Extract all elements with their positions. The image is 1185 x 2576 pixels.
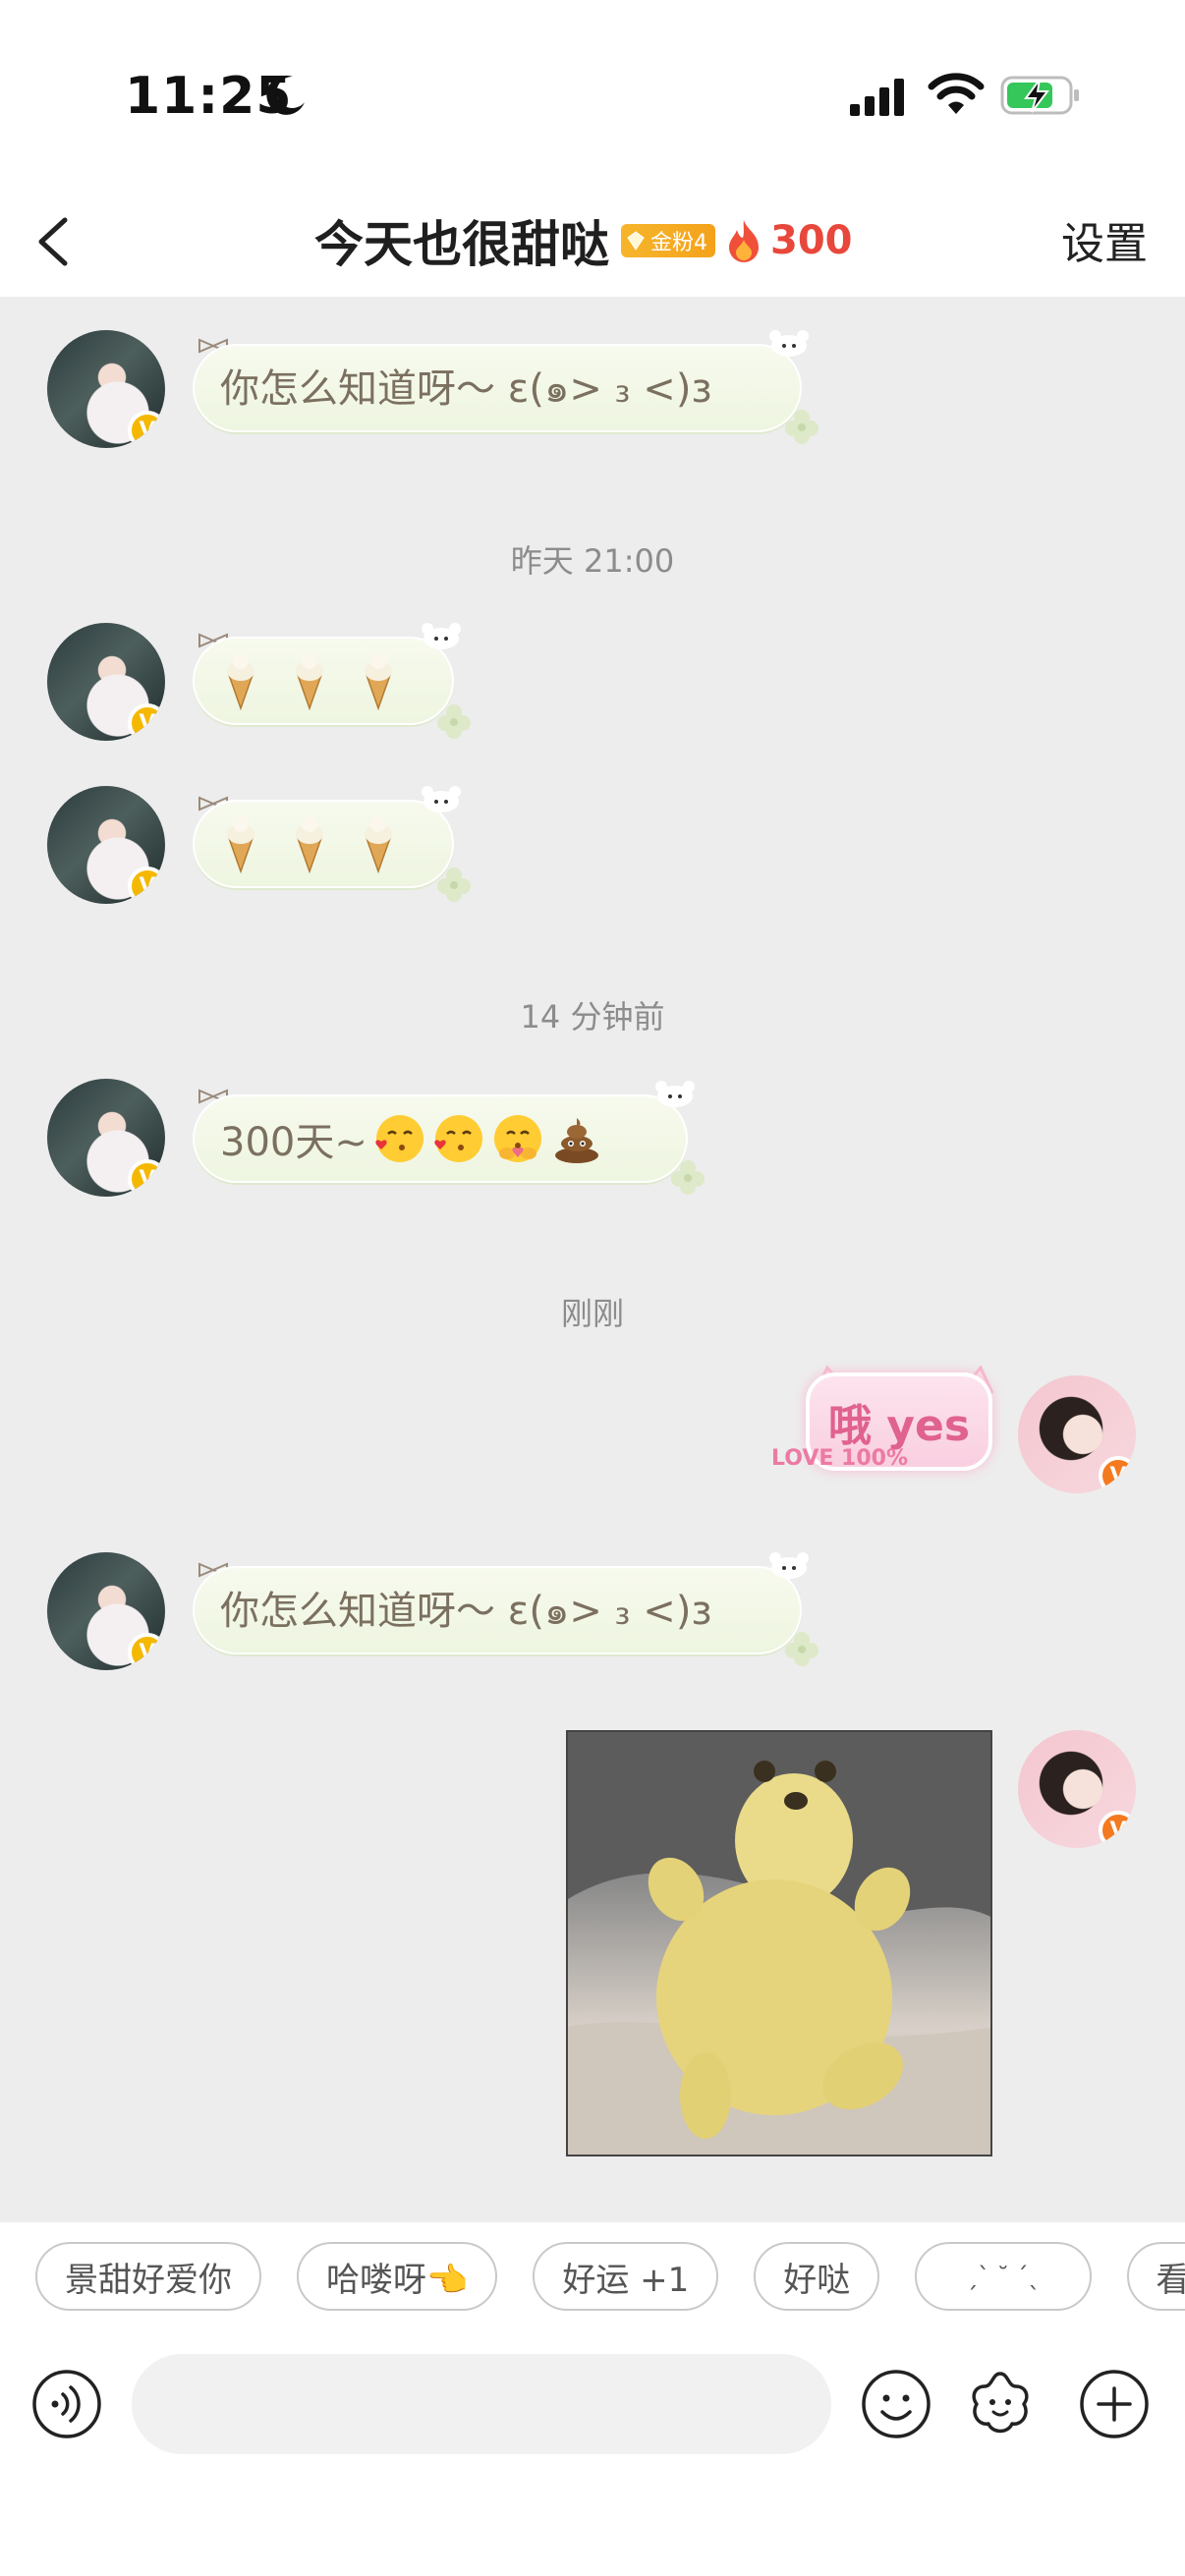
quick-reply-chip[interactable]: 看到 [1126,2242,1185,2311]
message-bubble[interactable] [193,637,454,725]
moon-icon [266,75,305,115]
hugging-face-icon [493,1115,541,1162]
my-avatar[interactable]: V [1018,1375,1136,1493]
ice-cream-cone-icon [296,653,323,710]
status-bar: 11:25 [0,0,1185,187]
back-arrow-icon[interactable] [29,200,79,283]
settings-button[interactable]: 设置 [1061,208,1148,271]
yellow-plush-toy-image [568,1732,990,2155]
timestamp: 14 分钟前 [520,998,665,1036]
verified-badge-icon: V [128,411,165,448]
verified-badge-icon: V [128,1633,165,1670]
ice-cream-cone-icon [365,653,392,710]
sticker-icon[interactable] [965,2369,1036,2439]
message-text: 你怎么知道呀～ ε(๑> ₃ <)з [220,366,712,412]
ice-cream-cone-icon [227,653,254,710]
chat-title-group[interactable]: 今天也很甜哒 金粉4 300 [314,206,853,275]
bear-sticker-icon [655,1081,695,1107]
clover-icon [785,1632,818,1666]
quick-reply-chip[interactable]: 哈喽呀👈 [297,2242,498,2311]
poop-icon [554,1118,598,1163]
wifi-icon [928,73,985,114]
message-bubble[interactable]: 你怎么知道呀～ ε(๑> ₃ <)з [193,344,802,432]
message-bubble[interactable]: 300天~ [193,1094,688,1183]
emoji-icon[interactable] [861,2369,931,2439]
quick-reply-chip[interactable]: 景甜好爱你 [35,2242,261,2311]
ice-cream-cone-icon [227,816,254,873]
quick-reply-bar: 景甜好爱你 哈喽呀👈 好运 +1 好哒 ˏˋ ˘ ˊˎ 看到 [35,2242,1185,2311]
message-input[interactable] [132,2354,831,2454]
timestamp: 昨天 21:00 [510,542,675,580]
add-icon[interactable] [1079,2369,1150,2439]
message-bubble[interactable]: 你怎么知道呀～ ε(๑> ₃ <)з [193,1566,802,1654]
kissing-face-icon [434,1115,482,1162]
image-message[interactable] [566,1730,992,2156]
verified-badge-icon: V [1099,1811,1136,1848]
message-bubble[interactable] [193,800,454,888]
ice-cream-cone-icon [296,816,323,873]
verified-badge-icon: V [128,703,165,741]
bear-sticker-icon [769,330,809,357]
voice-input-icon[interactable] [31,2369,102,2439]
battery-charging-icon [1000,76,1079,115]
contact-avatar[interactable]: V [47,1552,165,1670]
love-100-label: LOVE 100% [771,1446,909,1471]
clover-icon [437,868,471,902]
message-text: 300天~ [220,1120,367,1165]
streak-count: 300 [770,218,853,263]
contact-avatar[interactable]: V [47,330,165,448]
contact-avatar[interactable]: V [47,1079,165,1197]
clover-icon [437,704,471,739]
gem-icon [627,231,645,251]
my-avatar[interactable]: V [1018,1730,1136,1848]
verified-badge-icon: V [128,1159,165,1197]
quick-reply-chip[interactable]: 好运 +1 [533,2242,719,2311]
bear-sticker-icon [769,1552,809,1579]
compose-row [0,2350,1185,2458]
ice-cream-cone-icon [365,816,392,873]
quick-reply-chip[interactable]: 好哒 [754,2242,880,2311]
bear-sticker-icon [422,623,461,649]
cellular-signal-icon [850,79,904,116]
message-text: 你怎么知道呀～ ε(๑> ₃ <)з [220,1589,712,1634]
fire-icon [729,220,759,262]
chat-screen: { "status_bar": {"time": "11:25"}, "head… [0,0,1185,2576]
chat-header: 今天也很甜哒 金粉4 300 设置 [0,187,1185,297]
fan-level-badge: 金粉4 [621,224,715,257]
clover-icon [671,1160,705,1195]
verified-badge-icon: V [128,867,165,904]
input-panel: 景甜好爱你 哈喽呀👈 好运 +1 好哒 ˏˋ ˘ ˊˎ 看到 [0,2222,1185,2576]
chat-title: 今天也很甜哒 [314,216,609,273]
bear-sticker-icon [422,786,461,812]
verified-badge-icon: V [1099,1456,1136,1493]
kissing-face-icon [375,1115,423,1162]
message-list[interactable]: V 你怎么知道呀～ ε(๑> ₃ <)з 昨天 21:00 V V 14 分钟前… [0,297,1185,2222]
clover-icon [785,410,818,444]
sticker-text: 哦 yes [827,1401,971,1451]
contact-avatar[interactable]: V [47,786,165,904]
contact-avatar[interactable]: V [47,623,165,741]
fan-level-label: 金粉4 [650,231,707,255]
timestamp: 刚刚 [560,1295,624,1332]
quick-reply-chip[interactable]: ˏˋ ˘ ˊˎ [915,2242,1092,2311]
